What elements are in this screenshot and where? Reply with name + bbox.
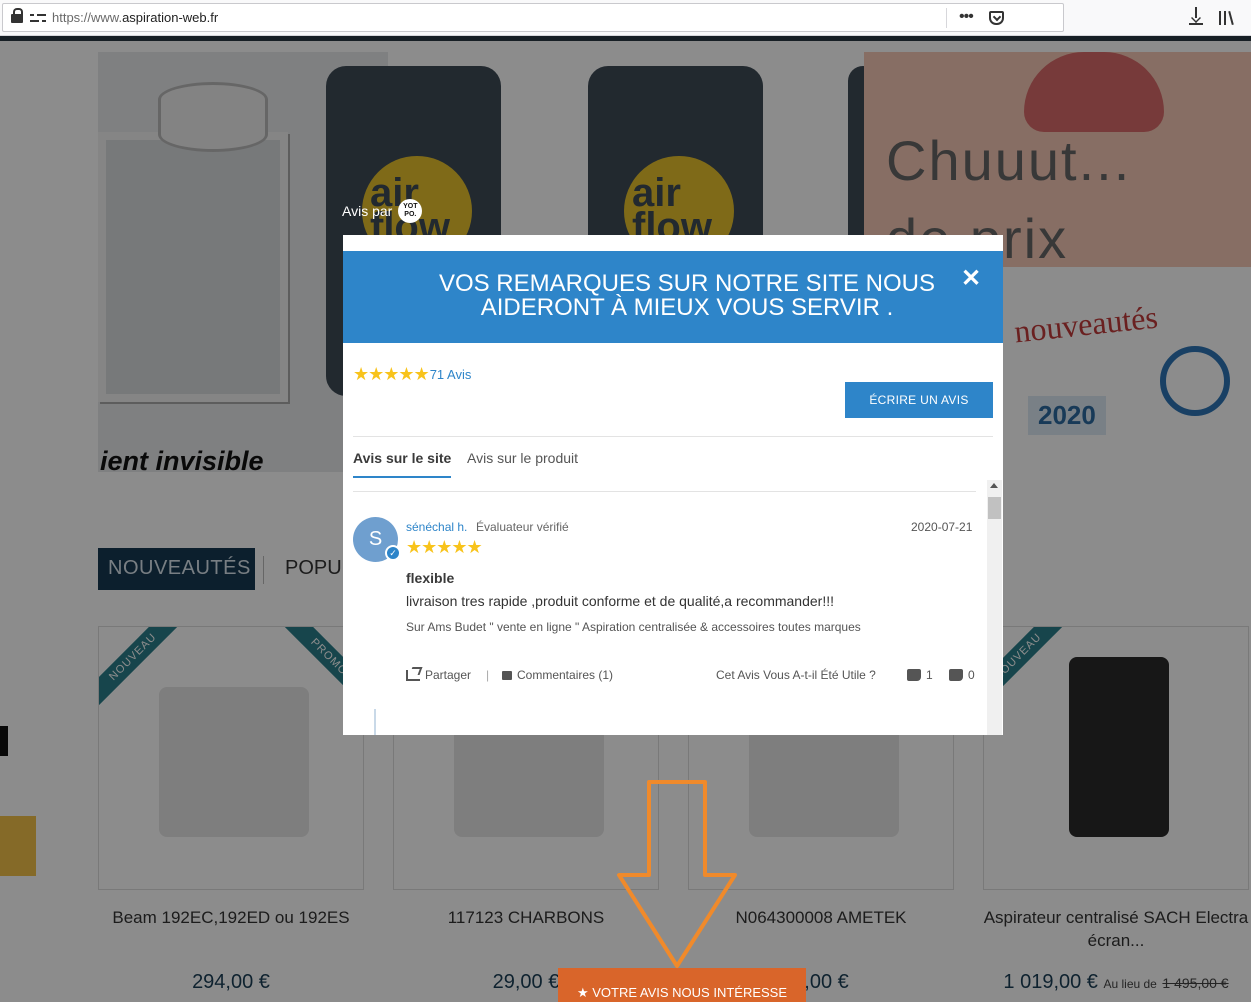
tab-product-reviews[interactable]: Avis sur le produit: [467, 450, 578, 466]
vote-up-button[interactable]: 1: [907, 668, 933, 682]
orange-arrow-annotation: [617, 780, 737, 968]
action-separator: |: [486, 668, 490, 682]
powered-by: Avis par YOT PO.: [342, 199, 423, 223]
url-text[interactable]: https://www.aspiration-web.fr: [52, 10, 218, 25]
modal-title: VOS REMARQUES SUR NOTRE SITE NOUS AIDERON…: [438, 270, 936, 321]
download-icon[interactable]: [1188, 7, 1204, 27]
powered-by-label: Avis par: [342, 203, 393, 219]
feedback-tab-button[interactable]: ★ VOTRE AVIS NOUS INTÉRESSE: [558, 968, 806, 1002]
library-icon[interactable]: [1219, 9, 1239, 26]
divider: [353, 491, 976, 492]
review-title: flexible: [406, 570, 455, 586]
share-label: Partager: [425, 668, 472, 682]
star-icon: ★★★★★: [353, 364, 430, 384]
share-button[interactable]: Partager: [406, 668, 471, 682]
yotpo-logo[interactable]: YOT PO.: [398, 199, 423, 223]
review-stars: ★★★★★: [406, 537, 483, 558]
verified-check-icon: ✓: [385, 545, 401, 561]
helpful-question: Cet Avis Vous A-t-il Été Utile ?: [716, 668, 876, 682]
modal-header: VOS REMARQUES SUR NOTRE SITE NOUS AIDERON…: [343, 251, 1003, 343]
write-review-button[interactable]: ÉCRIRE UN AVIS: [845, 382, 993, 418]
overall-rating: ★★★★★ 71 Avis: [353, 364, 471, 385]
vote-up-count: 1: [926, 668, 933, 682]
review-product: Sur Ams Budet " vente en ligne " Aspirat…: [406, 620, 861, 634]
permissions-icon[interactable]: [30, 13, 46, 23]
comment-thread-line: [374, 709, 376, 735]
scrollbar-thumb[interactable]: [988, 497, 1001, 519]
review-body: livraison tres rapide ,produit conforme …: [406, 593, 834, 609]
urlbar-divider: [946, 8, 947, 28]
browser-toolbar: https://www.aspiration-web.fr •••: [0, 0, 1251, 36]
scroll-up-icon[interactable]: [990, 483, 998, 488]
thumbs-up-icon: [907, 669, 921, 681]
star-icon: ★★★★★: [406, 537, 483, 557]
close-icon[interactable]: ✕: [961, 267, 981, 291]
verified-label: Évaluateur vérifié: [476, 520, 569, 534]
pocket-icon[interactable]: [989, 11, 1004, 25]
modal-scrollbar[interactable]: [987, 480, 1002, 735]
more-icon[interactable]: •••: [959, 8, 974, 26]
vote-down-count: 0: [968, 668, 975, 682]
review-count-link[interactable]: 71 Avis: [430, 367, 472, 382]
tab-site-reviews[interactable]: Avis sur le site: [353, 450, 452, 478]
vote-down-button[interactable]: 0: [949, 668, 975, 682]
thumbs-down-icon: [949, 669, 963, 681]
share-icon: [406, 669, 420, 681]
lock-icon[interactable]: [11, 8, 23, 24]
review-author[interactable]: sénéchal h.: [406, 520, 467, 534]
comment-icon: [502, 670, 512, 680]
comments-button[interactable]: Commentaires (1): [502, 668, 613, 682]
review-date: 2020-07-21: [911, 520, 973, 534]
comments-label: Commentaires (1): [517, 668, 614, 682]
divider: [353, 436, 993, 437]
address-bar[interactable]: https://www.aspiration-web.fr •••: [2, 3, 1064, 32]
reviews-modal: VOS REMARQUES SUR NOTRE SITE NOUS AIDERON…: [343, 235, 1003, 735]
